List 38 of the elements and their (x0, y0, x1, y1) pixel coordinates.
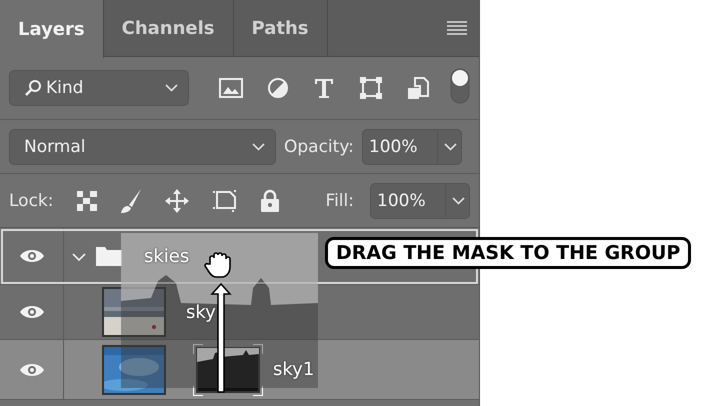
panel-tab[interactable]: Layers (0, 0, 104, 58)
layer-name: sky1 (273, 359, 314, 380)
opacity-field[interactable]: 100% (362, 128, 462, 164)
folder-icon (96, 246, 122, 266)
brush-icon[interactable] (120, 188, 142, 214)
lock-icon[interactable] (260, 188, 280, 212)
half-circle-icon[interactable] (267, 77, 289, 99)
annotation-callout: DRAG THE MASK TO THE GROUP (325, 237, 692, 269)
fill-field[interactable]: 100% (370, 182, 470, 218)
move-icon[interactable] (164, 188, 190, 214)
filter-toggle[interactable] (450, 68, 470, 104)
fill-input[interactable]: 100% (371, 184, 445, 218)
chevron-down-icon (252, 142, 265, 150)
chevron-down-icon[interactable] (72, 252, 86, 262)
chevron-down-icon (444, 142, 457, 150)
crop-frame-icon[interactable] (212, 188, 238, 212)
blend-mode-dropdown[interactable]: Normal (9, 128, 276, 164)
lock-label: Lock: (9, 190, 54, 210)
eye-icon[interactable] (18, 248, 44, 264)
smart-object-icon[interactable] (407, 76, 429, 100)
eye-icon[interactable] (18, 362, 44, 378)
opacity-input[interactable]: 100% (362, 130, 437, 164)
menu-icon[interactable] (447, 21, 467, 35)
chevron-down-icon (452, 196, 465, 204)
kind-dropdown[interactable]: Kind (9, 70, 189, 106)
fill-label: Fill: (326, 190, 354, 210)
transform-icon[interactable] (359, 76, 383, 100)
type-icon[interactable] (313, 77, 335, 99)
mask-thumbnail[interactable] (193, 344, 263, 396)
search-icon (24, 79, 42, 97)
eye-icon[interactable] (18, 304, 44, 320)
layer-name: skies (144, 246, 190, 266)
opacity-label: Opacity: (284, 136, 354, 156)
layer-name: sky (186, 302, 216, 322)
grab-hand-icon (204, 250, 234, 280)
checkerboard-icon[interactable] (76, 190, 98, 212)
chevron-down-icon (165, 84, 178, 92)
image-icon[interactable] (219, 78, 243, 98)
